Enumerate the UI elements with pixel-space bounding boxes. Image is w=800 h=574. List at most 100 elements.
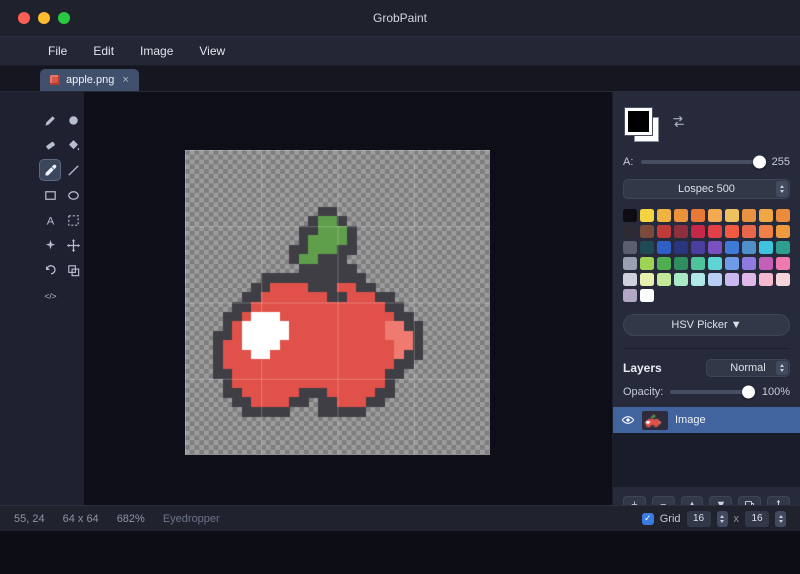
palette-swatch[interactable]: [674, 257, 688, 270]
tab-close-icon[interactable]: ×: [122, 75, 128, 86]
text-tool[interactable]: A: [40, 210, 60, 230]
palette-swatch[interactable]: [674, 225, 688, 238]
palette-swatch[interactable]: [708, 257, 722, 270]
palette-swatch[interactable]: [742, 225, 756, 238]
rectangle-tool[interactable]: [40, 185, 60, 205]
palette-swatch[interactable]: [640, 225, 654, 238]
palette-grid: [623, 209, 790, 302]
palette-swatch[interactable]: [657, 241, 671, 254]
alpha-slider-knob[interactable]: [753, 156, 766, 169]
menu-edit[interactable]: Edit: [93, 44, 114, 58]
palette-swatch[interactable]: [776, 273, 790, 286]
menu-view[interactable]: View: [199, 44, 225, 58]
eyedropper-tool[interactable]: [40, 160, 60, 180]
palette-swatch[interactable]: [742, 273, 756, 286]
palette-swatch[interactable]: [776, 257, 790, 270]
window-footer: [0, 531, 800, 574]
palette-swatch[interactable]: [708, 273, 722, 286]
svg-text:A: A: [46, 215, 54, 227]
line-tool[interactable]: [63, 160, 83, 180]
palette-swatch[interactable]: [640, 241, 654, 254]
drawing-canvas[interactable]: [185, 150, 490, 455]
layer-visibility-eye-icon[interactable]: [621, 413, 635, 427]
grid-width-input[interactable]: 16: [687, 511, 711, 527]
palette-swatch[interactable]: [759, 273, 773, 286]
palette-swatch[interactable]: [776, 225, 790, 238]
palette-swatch[interactable]: [742, 257, 756, 270]
eraser-tool[interactable]: [40, 135, 60, 155]
palette-swatch[interactable]: [640, 273, 654, 286]
palette-dropdown[interactable]: Lospec 500: [623, 179, 790, 199]
palette-swatch[interactable]: [674, 273, 688, 286]
palette-swatch[interactable]: [640, 209, 654, 222]
move-tool[interactable]: [63, 235, 83, 255]
dropdown-stepper-icon: [776, 181, 788, 197]
palette-swatch[interactable]: [623, 289, 637, 302]
palette-swatch[interactable]: [759, 257, 773, 270]
ellipse-tool[interactable]: [63, 185, 83, 205]
undo-tool[interactable]: [40, 260, 60, 280]
palette-swatch[interactable]: [759, 225, 773, 238]
palette-swatch[interactable]: [759, 209, 773, 222]
grid-height-input[interactable]: 16: [745, 511, 769, 527]
palette-swatch[interactable]: [742, 209, 756, 222]
palette-swatch[interactable]: [742, 241, 756, 254]
palette-swatch[interactable]: [708, 209, 722, 222]
window-title: GrobPaint: [0, 11, 800, 25]
hsv-picker-button[interactable]: HSV Picker ▼: [623, 314, 790, 336]
palette-swatch[interactable]: [657, 273, 671, 286]
palette-swatch[interactable]: [657, 257, 671, 270]
blend-mode-value: Normal: [730, 362, 765, 374]
palette-swatch[interactable]: [776, 209, 790, 222]
layer-row-image[interactable]: Image: [613, 407, 800, 433]
palette-swatch[interactable]: [674, 241, 688, 254]
menu-file[interactable]: File: [48, 44, 67, 58]
palette-swatch[interactable]: [657, 209, 671, 222]
palette-swatch[interactable]: [725, 209, 739, 222]
maximize-window-button[interactable]: [58, 12, 70, 24]
wand-tool[interactable]: [40, 235, 60, 255]
code-tool[interactable]: </>: [40, 285, 60, 305]
palette-swatch[interactable]: [623, 225, 637, 238]
palette-swatch[interactable]: [725, 225, 739, 238]
palette-swatch[interactable]: [776, 241, 790, 254]
alpha-slider[interactable]: [641, 160, 763, 164]
palette-swatch[interactable]: [640, 289, 654, 302]
close-window-button[interactable]: [18, 12, 30, 24]
palette-swatch[interactable]: [691, 225, 705, 238]
palette-swatch[interactable]: [725, 273, 739, 286]
primary-color-swatch[interactable]: [625, 108, 652, 135]
palette-swatch[interactable]: [691, 209, 705, 222]
palette-swatch[interactable]: [725, 241, 739, 254]
brush-tool[interactable]: [63, 110, 83, 130]
palette-swatch[interactable]: [691, 257, 705, 270]
palette-swatch[interactable]: [708, 225, 722, 238]
palette-swatch[interactable]: [623, 273, 637, 286]
palette-swatch[interactable]: [691, 273, 705, 286]
alpha-value: 255: [772, 156, 790, 168]
pencil-tool[interactable]: [40, 110, 60, 130]
palette-swatch[interactable]: [640, 257, 654, 270]
menu-image[interactable]: Image: [140, 44, 173, 58]
palette-swatch[interactable]: [759, 241, 773, 254]
palette-swatch[interactable]: [708, 241, 722, 254]
blend-mode-dropdown[interactable]: Normal: [706, 359, 790, 377]
palette-swatch[interactable]: [657, 225, 671, 238]
palette-swatch[interactable]: [623, 241, 637, 254]
opacity-slider[interactable]: [670, 390, 753, 394]
grid-height-stepper[interactable]: [775, 511, 786, 527]
palette-swatch[interactable]: [674, 209, 688, 222]
palette-swatch[interactable]: [725, 257, 739, 270]
tab-apple-png[interactable]: apple.png ×: [40, 69, 139, 91]
opacity-slider-knob[interactable]: [742, 386, 755, 399]
select-tool[interactable]: [63, 210, 83, 230]
palette-swatch[interactable]: [623, 209, 637, 222]
swap-colors-icon[interactable]: [671, 114, 686, 132]
minimize-window-button[interactable]: [38, 12, 50, 24]
palette-swatch[interactable]: [691, 241, 705, 254]
palette-swatch[interactable]: [623, 257, 637, 270]
transform-tool[interactable]: [63, 260, 83, 280]
grid-width-stepper[interactable]: [717, 511, 728, 527]
grid-checkbox[interactable]: ✓: [642, 513, 654, 525]
fill-tool[interactable]: [63, 135, 83, 155]
